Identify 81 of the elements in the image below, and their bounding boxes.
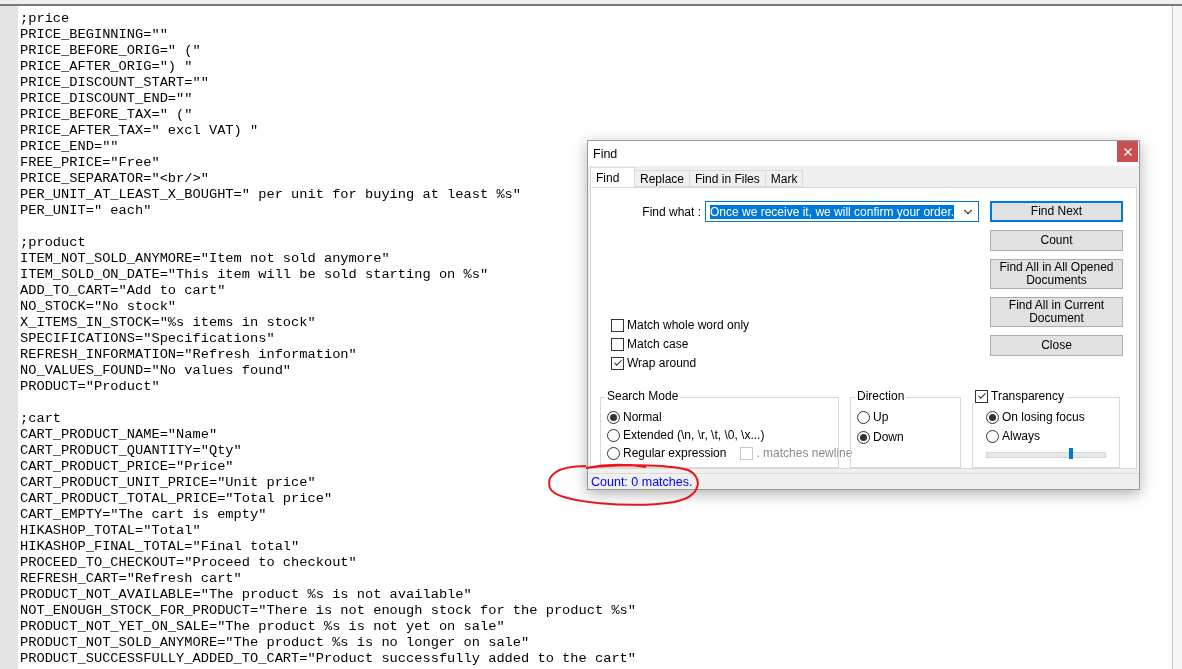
close-button[interactable] (1117, 141, 1138, 162)
find-what-field[interactable]: Once we receive it, we will confirm your order. (705, 201, 979, 222)
field-label: Find what : (642, 204, 701, 219)
checkbox[interactable] (975, 389, 988, 403)
radio-button[interactable] (607, 428, 620, 442)
code-line: PRICE_BEFORE_ORIG=" (" (20, 43, 201, 59)
code-line: FREE_PRICE="Free" (20, 155, 160, 171)
option-label: Down (873, 430, 904, 444)
tab[interactable]: Find (590, 167, 635, 187)
code-line: ADD_TO_CART="Add to cart" (20, 283, 226, 299)
option-label: Match case (627, 337, 689, 351)
radio-button[interactable] (986, 429, 999, 443)
check-icon (976, 391, 987, 401)
code-line: ;product (20, 235, 86, 251)
group-title: Transparency (991, 389, 1064, 403)
group-title: Direction (855, 389, 907, 403)
code-line: CART_PRODUCT_PRICE="Price" (20, 459, 234, 475)
tab[interactable]: Replace (634, 170, 691, 187)
code-line: PRODUCT_NOT_YET_ON_SALE="The product %s is not yet on sale" (20, 619, 505, 635)
option-label: . matches newline (756, 446, 853, 460)
code-line: ;price (20, 11, 70, 27)
code-line: CART_PRODUCT_UNIT_PRICE="Unit price" (20, 475, 316, 491)
code-line: PRICE_END="" (20, 139, 119, 155)
checkbox[interactable] (611, 337, 624, 351)
checkbox[interactable] (611, 356, 624, 370)
code-line: NO_STOCK="No stock" (20, 299, 177, 315)
tab[interactable]: Find in Files (689, 170, 766, 187)
dialog-button[interactable]: Find All in All Opened Documents (990, 259, 1123, 289)
dialog-button[interactable]: Find Next (990, 201, 1123, 222)
code-line: PER_UNIT_AT_LEAST_X_BOUGHT=" per unit for buying at least %s" (20, 187, 522, 203)
radio-button[interactable] (857, 430, 870, 444)
code-line: PRODUCT_NOT_AVAILABLE="The product %s is not available" (20, 587, 472, 603)
code-line: PRICE_AFTER_TAX=" excl VAT) " (20, 123, 259, 139)
dialog-button[interactable]: Close (990, 335, 1123, 356)
checkbox[interactable] (611, 318, 624, 332)
code-line: PRODUCT_SUCCESSFULLY_ADDED_TO_CART="Product successfully added to the cart" (20, 651, 637, 667)
radio-button[interactable] (607, 410, 620, 424)
radio-button[interactable] (986, 410, 999, 424)
code-line: PRICE_BEGINNING="" (20, 27, 168, 43)
code-line: SPECIFICATIONS="Specifications" (20, 331, 275, 347)
option-label: Regular expression (623, 446, 727, 460)
option-label: Up (873, 410, 889, 424)
code-line: CART_PRODUCT_NAME="Name" (20, 427, 218, 443)
option-label: Extended (\n, \r, \t, \0, \x...) (623, 428, 765, 442)
slider-thumb[interactable] (1068, 448, 1073, 459)
code-line: CART_PRODUCT_QUANTITY="Qty" (20, 443, 242, 459)
dialog-title: Find (593, 146, 618, 161)
code-line: PRICE_DISCOUNT_START="" (20, 75, 209, 91)
dialog-button[interactable]: Count (990, 230, 1123, 251)
code-line: PROCEED_TO_CHECKOUT="Proceed to checkout" (20, 555, 357, 571)
group-title: Search Mode (605, 389, 681, 403)
check-icon (612, 358, 623, 368)
code-line: PER_UNIT=" each" (20, 203, 152, 219)
option-label: Match whole word only (627, 318, 750, 332)
radio-button[interactable] (607, 446, 620, 460)
status-text: Count: 0 matches. (591, 474, 693, 489)
code-line: NO_VALUES_FOUND="No values found" (20, 363, 292, 379)
radio-button[interactable] (857, 410, 870, 424)
code-line: X_ITEMS_IN_STOCK="%s items in stock" (20, 315, 316, 331)
code-line: ;cart (20, 411, 62, 427)
code-line: PRODUCT="Product" (20, 379, 160, 395)
code-line: CART_EMPTY="The cart is empty" (20, 507, 267, 523)
option-label: On losing focus (1002, 410, 1085, 424)
code-line: PRODUCT_NOT_SOLD_ANYMORE="The product %s is no longer on sale" (20, 635, 530, 651)
code-line: PRICE_BEFORE_TAX=" (" (20, 107, 193, 123)
code-line: ITEM_SOLD_ON_DATE="This item will be sold starting on %s" (20, 267, 489, 283)
code-line: REFRESH_INFORMATION="Refresh information" (20, 347, 357, 363)
tab[interactable]: Mark (764, 170, 804, 187)
code-line: ITEM_NOT_SOLD_ANYMORE="Item not sold anymore" (20, 251, 390, 267)
option-label: Normal (623, 410, 662, 424)
code-line: CART_PRODUCT_TOTAL_PRICE="Total price" (20, 491, 333, 507)
code-line: NOT_ENOUGH_STOCK_FOR_PRODUCT="There is not enough stock for the product %s" (20, 603, 637, 619)
dialog-button[interactable]: Find All in Current Document (990, 297, 1123, 327)
code-line: PRICE_DISCOUNT_END="" (20, 91, 193, 107)
code-line: HIKASHOP_TOTAL="Total" (20, 523, 201, 539)
option-label: Wrap around (627, 356, 697, 370)
code-line: HIKASHOP_FINAL_TOTAL="Final total" (20, 539, 300, 555)
option-label: Always (1002, 429, 1040, 443)
code-line: PRICE_AFTER_ORIG=") " (20, 59, 193, 75)
code-line: REFRESH_CART="Refresh cart" (20, 571, 242, 587)
code-line: PRICE_SEPARATOR="<br/>" (20, 171, 209, 187)
